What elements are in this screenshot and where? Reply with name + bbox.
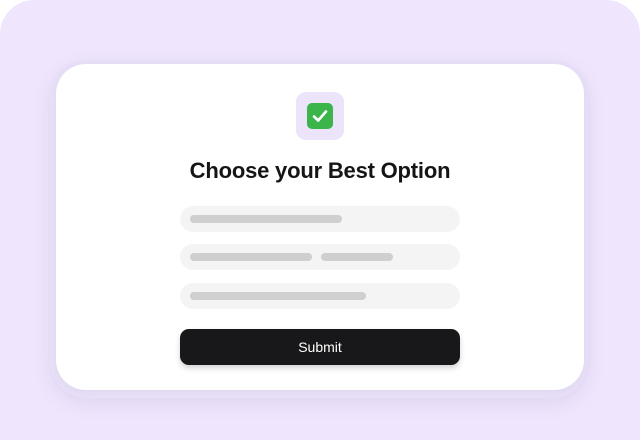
form-title: Choose your Best Option <box>189 158 451 183</box>
option-item-1[interactable] <box>180 206 460 232</box>
placeholder-text <box>190 292 366 300</box>
placeholder-text <box>321 253 393 261</box>
option-item-2[interactable] <box>180 244 460 270</box>
placeholder-text <box>190 253 312 261</box>
placeholder-text <box>190 215 342 223</box>
submit-button[interactable]: Submit <box>180 329 460 365</box>
option-item-3[interactable] <box>180 283 460 309</box>
icon-tile <box>296 92 344 140</box>
checkmark-icon <box>307 103 333 129</box>
